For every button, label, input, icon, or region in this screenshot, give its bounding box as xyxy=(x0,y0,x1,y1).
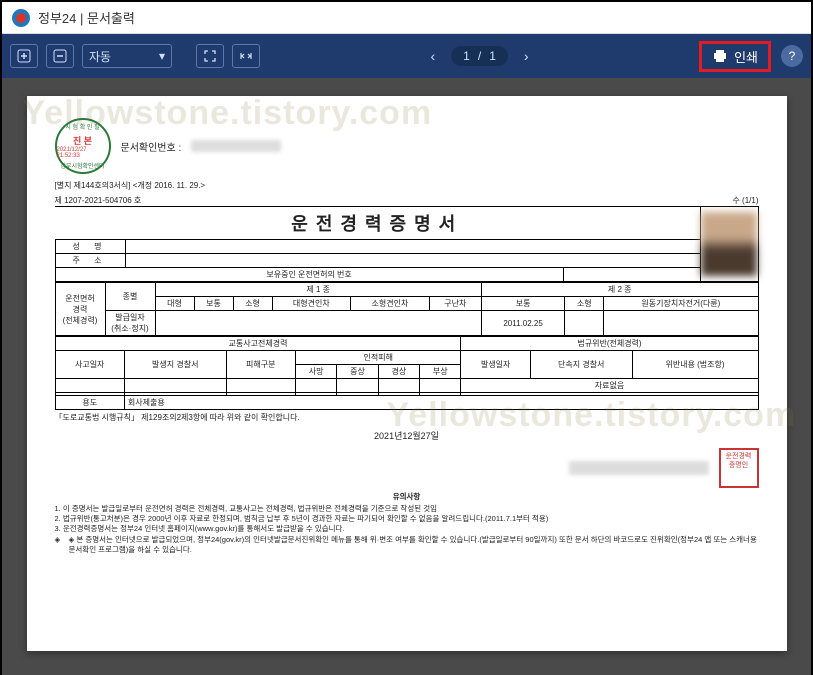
help-button[interactable]: ? xyxy=(781,45,803,67)
serial-label: 제 1207-2021-504706 호 xyxy=(55,196,142,205)
row-issue: 발급일자 (취소·정지) xyxy=(105,311,155,336)
note-2: 2. 법규위반(통고처분)은 경우 2000년 이후 자료로 한정되며, 범칙금… xyxy=(55,514,759,524)
row-type: 종별 xyxy=(105,283,155,311)
col: 중상 xyxy=(337,365,378,379)
group1: 제 1 종 xyxy=(155,283,481,297)
document-stage: Yellowstone.tistory.com Yellowstone.tist… xyxy=(2,78,811,675)
printer-icon xyxy=(712,48,728,64)
col: 위반내용 (법조항) xyxy=(632,351,758,379)
note-1: 1. 이 증명서는 발급일로부터 운전면허 경력은 전체경력, 교통사고는 전체… xyxy=(55,504,759,514)
license-side-label: 운전면허 경력 (전체경력) xyxy=(55,283,105,336)
page-current: 1 xyxy=(463,49,470,63)
accident-table: 교통사고전체경력 법규위반(전체경력) 사고일자 발생지 경찰서 피해구분 인적… xyxy=(55,336,759,410)
col: 피해구분 xyxy=(226,351,295,379)
doc-number-row: 시 험 확 인 필 진 본 2021/12/27 21:52:33 정부시험확인… xyxy=(55,118,759,174)
col: 사고일자 xyxy=(55,351,124,379)
col: 발생일자 xyxy=(461,351,530,379)
form-meta: [별지 제144호의3서식] <개정 2016. 11. 29.> xyxy=(55,180,759,191)
minus-icon xyxy=(53,49,67,63)
fit-width-icon xyxy=(239,49,253,63)
window-title: 정부24 | 문서출력 xyxy=(38,8,135,27)
notes-header: 유의사항 xyxy=(55,492,759,502)
note-3: 3. 운전경력증명서는 정부24 인터넷 홈페이지(www.gov.kr)를 통… xyxy=(55,524,759,534)
col: 원동기장치자전거(다륜) xyxy=(604,297,758,311)
app-window: 정부24 | 문서출력 자동 ▾ ‹ 1 / 1 › xyxy=(0,0,813,675)
form-ref: [별지 제144호의3서식] <개정 2016. 11. 29.> xyxy=(55,181,206,190)
page-indicator: 1 / 1 xyxy=(451,46,508,66)
no-data: 자료없음 xyxy=(461,379,758,393)
col: 보통 xyxy=(481,297,564,311)
prev-page-button[interactable]: ‹ xyxy=(431,48,436,64)
zoom-mode-label: 자동 xyxy=(89,48,111,65)
acc-right-header: 법규위반(전체경력) xyxy=(461,337,758,351)
addr-label: 주 소 xyxy=(55,254,125,268)
col: 대형 xyxy=(155,297,194,311)
plus-icon xyxy=(17,49,31,63)
col: 인적피해 xyxy=(295,351,461,365)
license-table: 운전면허 경력 (전체경력) 종별 제 1 종 제 2 종 대형 보통 소형 대… xyxy=(55,282,759,336)
name-label: 성 명 xyxy=(55,240,125,254)
col: 대형견인차 xyxy=(272,297,351,311)
toolbar-right: 인쇄 ? xyxy=(699,41,803,72)
group2: 제 2 종 xyxy=(481,283,758,297)
photo-redacted xyxy=(701,212,757,276)
col: 발생지 경찰서 xyxy=(124,351,226,379)
expand-icon xyxy=(203,49,217,63)
col: 소형 xyxy=(233,297,272,311)
col: 부상 xyxy=(420,365,461,379)
col: 소형 xyxy=(565,297,604,311)
toolbar: 자동 ▾ ‹ 1 / 1 › 인쇄 ? xyxy=(2,34,811,78)
acc-left-header: 교통사고전체경력 xyxy=(55,337,461,351)
issuer-row: 운전경력증명인 xyxy=(55,448,759,488)
use-val: 회사제출용 xyxy=(124,396,758,410)
page-count: 수 (1/1) xyxy=(732,195,758,206)
page-sep: / xyxy=(478,49,481,63)
zoom-in-button[interactable] xyxy=(10,44,38,68)
confirm-line: 「도로교통법 시행규칙」 제129조의2제3항에 따라 위와 같이 확인합니다. xyxy=(55,412,759,423)
doc-number-value-redacted xyxy=(191,140,281,152)
col: 구난차 xyxy=(429,297,481,311)
zoom-out-button[interactable] xyxy=(46,44,74,68)
col: 경상 xyxy=(378,365,419,379)
titlebar: 정부24 | 문서출력 xyxy=(2,2,811,34)
verify-seal-icon: 시 험 확 인 필 진 본 2021/12/27 21:52:33 정부시험확인… xyxy=(55,118,111,174)
zoom-mode-select[interactable]: 자동 ▾ xyxy=(82,44,172,68)
doc-number-label: 문서확인번호 : xyxy=(121,139,182,154)
license-held-label: 보유중인 운전면허의 번호 xyxy=(55,268,563,282)
chevron-down-icon: ▾ xyxy=(159,49,165,63)
footnote: ◈ ◈ 본 증명서는 인터넷으로 발급되었으며, 정부24(gov.kr)의 인… xyxy=(55,535,759,555)
doc-title: 운전경력증명서 xyxy=(58,210,697,236)
print-button[interactable]: 인쇄 xyxy=(699,41,771,72)
gov-logo-icon xyxy=(12,9,30,27)
col: 사망 xyxy=(295,365,336,379)
page-total: 1 xyxy=(489,49,496,63)
header-table: 운전경력증명서 성 명 주 소 보유중인 운전면허의 번호 xyxy=(55,206,759,282)
notes: 유의사항 1. 이 증명서는 발급일로부터 운전면허 경력은 전체경력, 교통사… xyxy=(55,492,759,555)
use-label: 용도 xyxy=(55,396,124,410)
print-label: 인쇄 xyxy=(734,47,758,66)
serial-row: 제 1207-2021-504706 호 수 (1/1) xyxy=(55,195,759,206)
next-page-button[interactable]: › xyxy=(524,48,529,64)
page-nav: ‹ 1 / 1 › xyxy=(431,46,529,66)
document-page: Yellowstone.tistory.com Yellowstone.tist… xyxy=(27,96,787,651)
col: 단속지 경찰서 xyxy=(530,351,632,379)
issuer-redacted xyxy=(569,461,709,475)
col: 보통 xyxy=(194,297,233,311)
official-seal-icon: 운전경력증명인 xyxy=(719,448,759,488)
issue-date-val: 2011.02.25 xyxy=(481,311,564,336)
col: 소형견인차 xyxy=(351,297,430,311)
fit-page-button[interactable] xyxy=(196,44,224,68)
fit-width-button[interactable] xyxy=(232,44,260,68)
issue-date: 2021년12월27일 xyxy=(55,429,759,442)
